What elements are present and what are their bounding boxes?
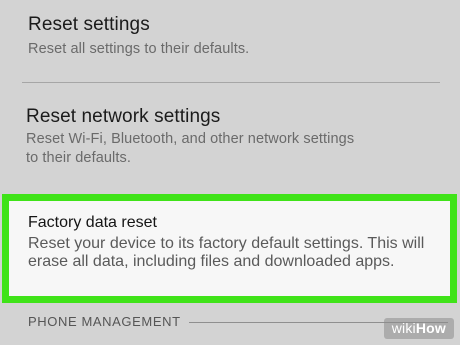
factory-reset-highlight: Factory data reset Reset your device to …: [2, 194, 457, 303]
factory-reset-summary-line-1: Reset your device to its factory default…: [28, 235, 425, 252]
factory-reset-summary-line-2: erase all data, including files and down…: [28, 253, 395, 270]
reset-network-settings-title: Reset network settings: [26, 106, 221, 127]
factory-reset-card[interactable]: Factory data reset Reset your device to …: [9, 201, 450, 296]
factory-data-reset-title: Factory data reset: [28, 214, 157, 231]
reset-settings-summary: Reset all settings to their defaults.: [28, 41, 250, 57]
list-divider: [22, 82, 440, 83]
factory-data-reset-summary: Reset your device to its factory default…: [28, 235, 442, 271]
reset-network-summary-line-1: Reset Wi-Fi, Bluetooth, and other networ…: [26, 131, 355, 147]
settings-screen: Reset settings Reset all settings to the…: [0, 0, 460, 345]
reset-network-settings-summary: Reset Wi-Fi, Bluetooth, and other networ…: [26, 130, 460, 168]
section-header-label: PHONE MANAGEMENT: [28, 314, 181, 329]
reset-settings-item[interactable]: Reset settings Reset all settings to the…: [0, 14, 460, 59]
reset-network-settings-item[interactable]: Reset network settings Reset Wi-Fi, Blue…: [0, 106, 460, 168]
reset-settings-title: Reset settings: [28, 14, 150, 35]
factory-data-reset-item[interactable]: Factory data reset Reset your device to …: [28, 214, 442, 271]
watermark-wiki: wiki: [391, 320, 416, 336]
reset-network-summary-line-2: to their defaults.: [26, 150, 131, 166]
watermark-how: How: [415, 320, 446, 336]
wikihow-watermark: wikiHow: [383, 318, 454, 339]
